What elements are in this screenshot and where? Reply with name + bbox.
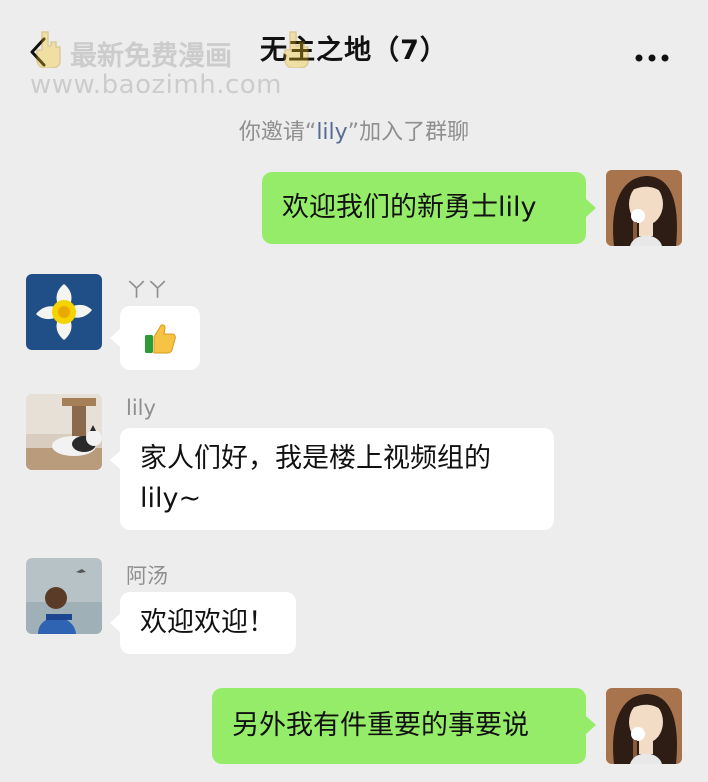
bubble-tail bbox=[110, 614, 120, 632]
self-avatar[interactable] bbox=[606, 688, 682, 764]
more-dots-icon bbox=[635, 54, 669, 62]
invitee-open-quote: “ bbox=[304, 120, 317, 145]
bubble-tail bbox=[110, 451, 120, 469]
system-prefix: 你邀请 bbox=[238, 120, 305, 145]
self-avatar[interactable] bbox=[606, 170, 682, 246]
woman-portrait-avatar-image bbox=[606, 688, 682, 764]
lily-avatar[interactable] bbox=[26, 394, 102, 470]
sender-name: 阿汤 bbox=[126, 564, 168, 588]
message-text-line-1: 家人们好，我是楼上视频组的 bbox=[140, 443, 491, 474]
more-button[interactable] bbox=[634, 48, 670, 62]
thumbs-up-message-bubble[interactable] bbox=[120, 306, 200, 370]
atang-avatar[interactable] bbox=[26, 558, 102, 634]
message-row-self-2: 另外我有件重要的事要说 bbox=[0, 686, 708, 770]
bubble-tail bbox=[110, 329, 120, 347]
message-row-lily: lily 家人们好，我是楼上视频组的 lily~ bbox=[0, 392, 708, 532]
yaya-avatar[interactable] bbox=[26, 274, 102, 350]
system-suffix: 加入了群聊 bbox=[359, 120, 470, 145]
system-message: 你邀请“lily”加入了群聊 bbox=[0, 114, 708, 146]
message-row-yaya: ㄚㄚ bbox=[0, 270, 708, 374]
self-message-bubble[interactable]: 欢迎我们的新勇士lily bbox=[262, 172, 586, 244]
sender-name: lily bbox=[126, 396, 156, 420]
message-text-line-2: lily~ bbox=[140, 483, 202, 514]
invitee-close-quote: ” bbox=[347, 120, 360, 145]
sender-name: ㄚㄚ bbox=[126, 278, 168, 302]
daffodil-avatar-image bbox=[26, 274, 102, 350]
bubble-tail bbox=[586, 199, 596, 217]
thumbs-up-icon bbox=[145, 324, 176, 354]
message-row-atang: 阿汤 欢迎欢迎！ bbox=[0, 556, 708, 660]
message-row-self-1: 欢迎我们的新勇士lily bbox=[0, 168, 708, 248]
cat-avatar-image bbox=[26, 394, 102, 470]
woman-portrait-avatar-image bbox=[606, 170, 682, 246]
invitee-name[interactable]: lily bbox=[316, 120, 347, 145]
lily-message-bubble[interactable]: 家人们好，我是楼上视频组的 lily~ bbox=[120, 428, 554, 530]
atang-message-bubble[interactable]: 欢迎欢迎！ bbox=[120, 592, 296, 654]
child-by-sea-avatar-image bbox=[26, 558, 102, 634]
chat-title: 无主之地（7） bbox=[260, 35, 448, 66]
chat-header: 无主之地（7） bbox=[0, 0, 708, 98]
bubble-tail bbox=[586, 716, 596, 734]
self-message-bubble[interactable]: 另外我有件重要的事要说 bbox=[212, 688, 586, 764]
